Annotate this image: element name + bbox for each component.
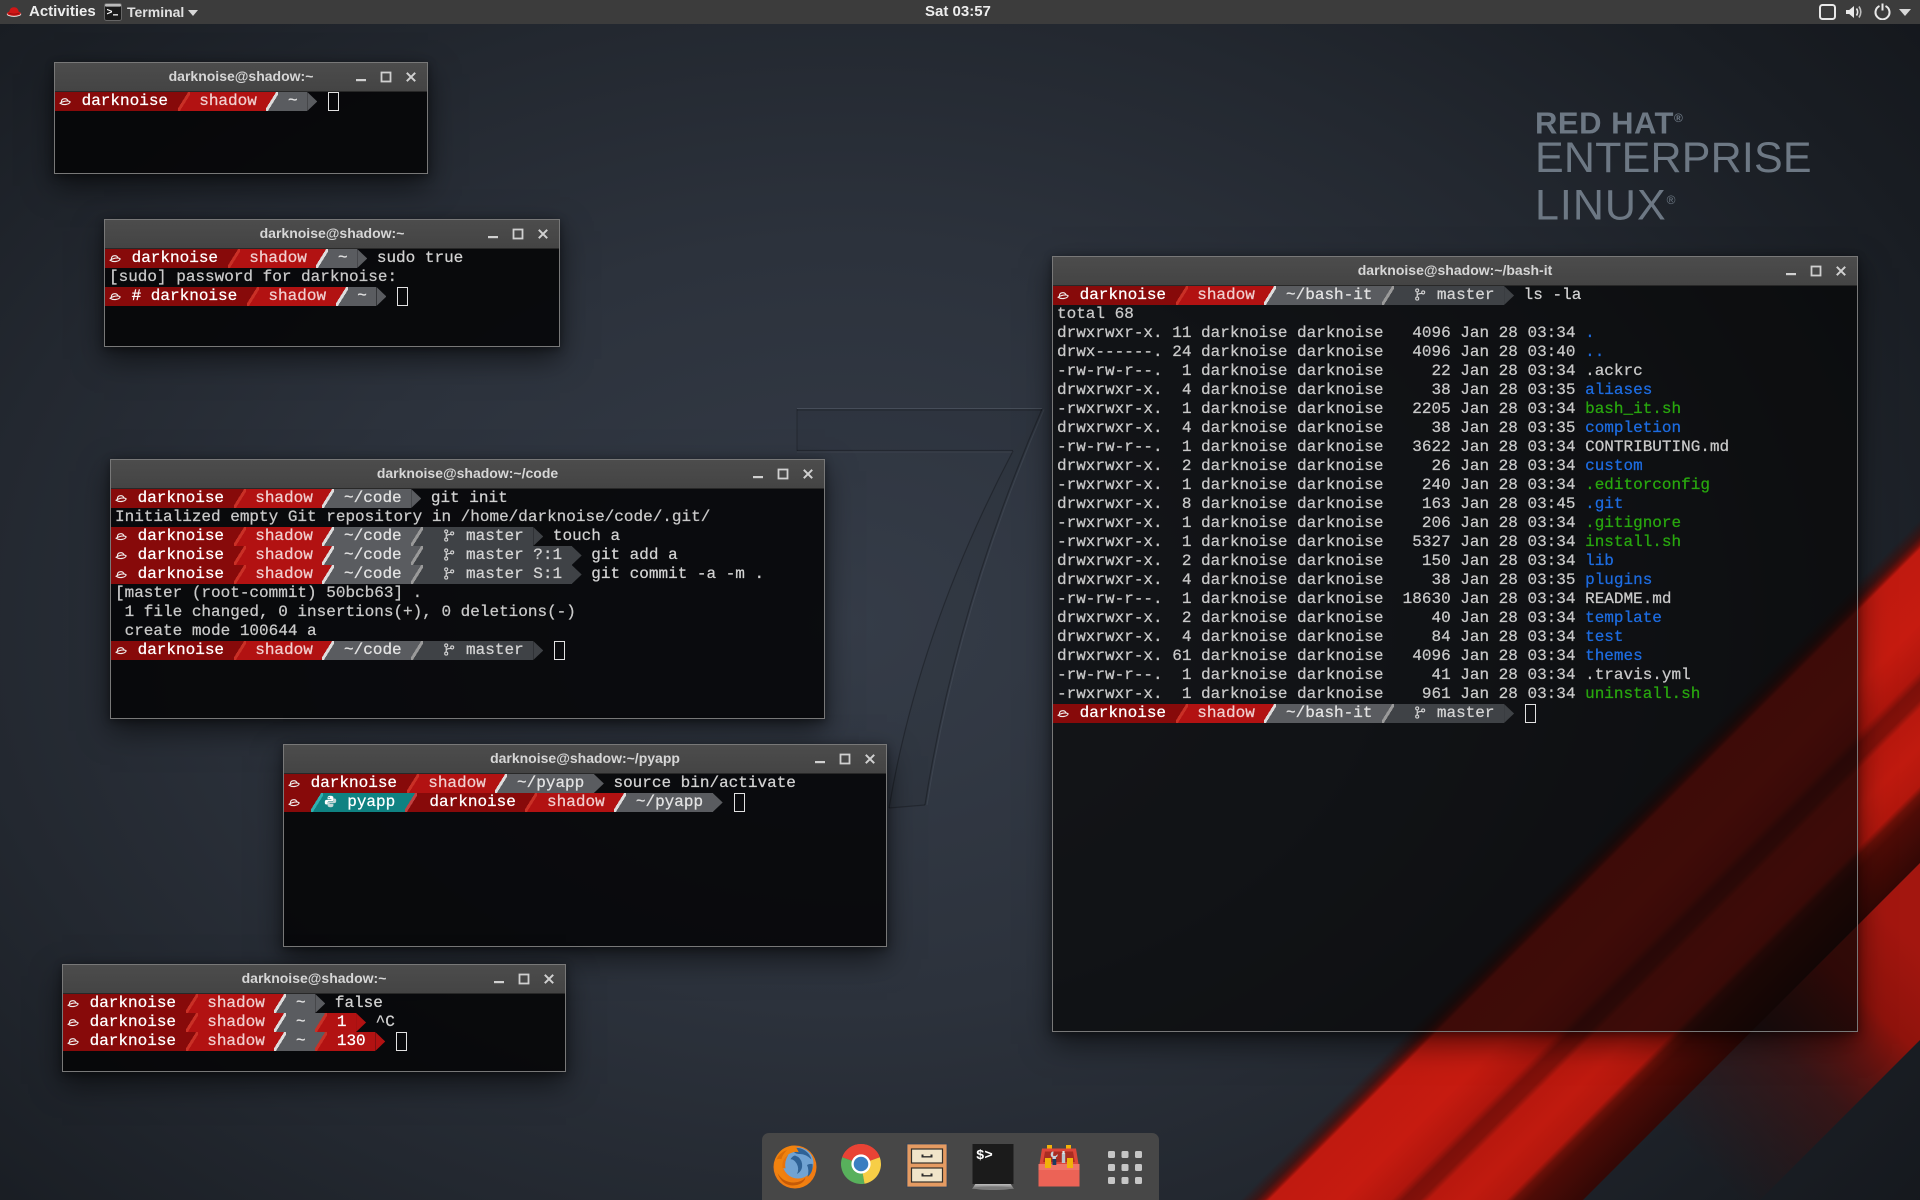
svg-text:>: > <box>107 8 113 19</box>
svg-text:$>: $> <box>976 1148 993 1164</box>
